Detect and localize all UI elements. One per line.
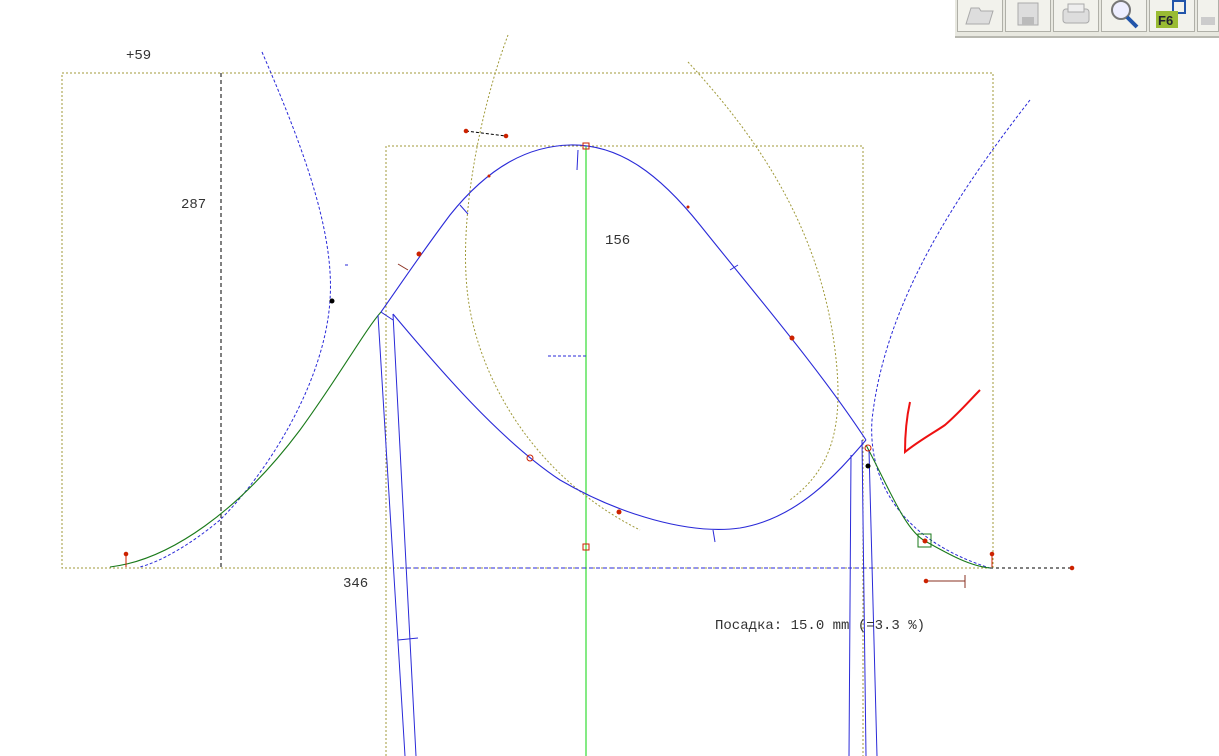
- end-markers: [123, 128, 1075, 588]
- pattern-canvas[interactable]: [0, 0, 1219, 756]
- outer-construction-box: [61, 72, 994, 569]
- black-point[interactable]: [865, 463, 871, 469]
- extra-button[interactable]: [1197, 0, 1219, 32]
- bodice-curve-left: [139, 51, 331, 568]
- notch-ticks: [345, 149, 739, 641]
- zoom-button[interactable]: [1101, 0, 1147, 32]
- print-button[interactable]: [1053, 0, 1099, 32]
- open-folder-icon: [965, 7, 994, 25]
- helper-curve-right: [687, 61, 839, 501]
- bodice-curve-right: [871, 99, 1031, 569]
- seam-curve-left: [109, 311, 382, 568]
- toolbar: F6: [955, 0, 1219, 38]
- zoom-magnifier-icon: [1111, 0, 1139, 29]
- print-icon: [1062, 3, 1090, 24]
- open-button[interactable]: [957, 0, 1003, 32]
- f6-label: F6: [1158, 13, 1173, 28]
- save-button[interactable]: [1005, 0, 1051, 32]
- extra-icon: [1201, 17, 1215, 25]
- seam-curve-right: [865, 444, 991, 569]
- f6-button[interactable]: F6: [1149, 0, 1195, 32]
- black-point[interactable]: [329, 298, 335, 304]
- sleeve-side-left: [377, 311, 417, 756]
- sleeve-cap-lower: [392, 313, 867, 530]
- dimension-label-top: +59: [126, 48, 152, 64]
- helper-curve-left: [465, 34, 641, 531]
- dimension-label-height: 287: [181, 197, 207, 213]
- dimension-label-width: 346: [343, 576, 369, 592]
- ease-label: Посадка: 15.0 mm (=3.3 %): [715, 618, 926, 634]
- sleeve-cap-upper: [380, 144, 867, 441]
- check-mark-annotation: [903, 389, 981, 455]
- dimension-label-center: 156: [605, 233, 631, 249]
- f6-transform-icon: F6: [1156, 0, 1186, 28]
- save-icon: [1017, 2, 1039, 26]
